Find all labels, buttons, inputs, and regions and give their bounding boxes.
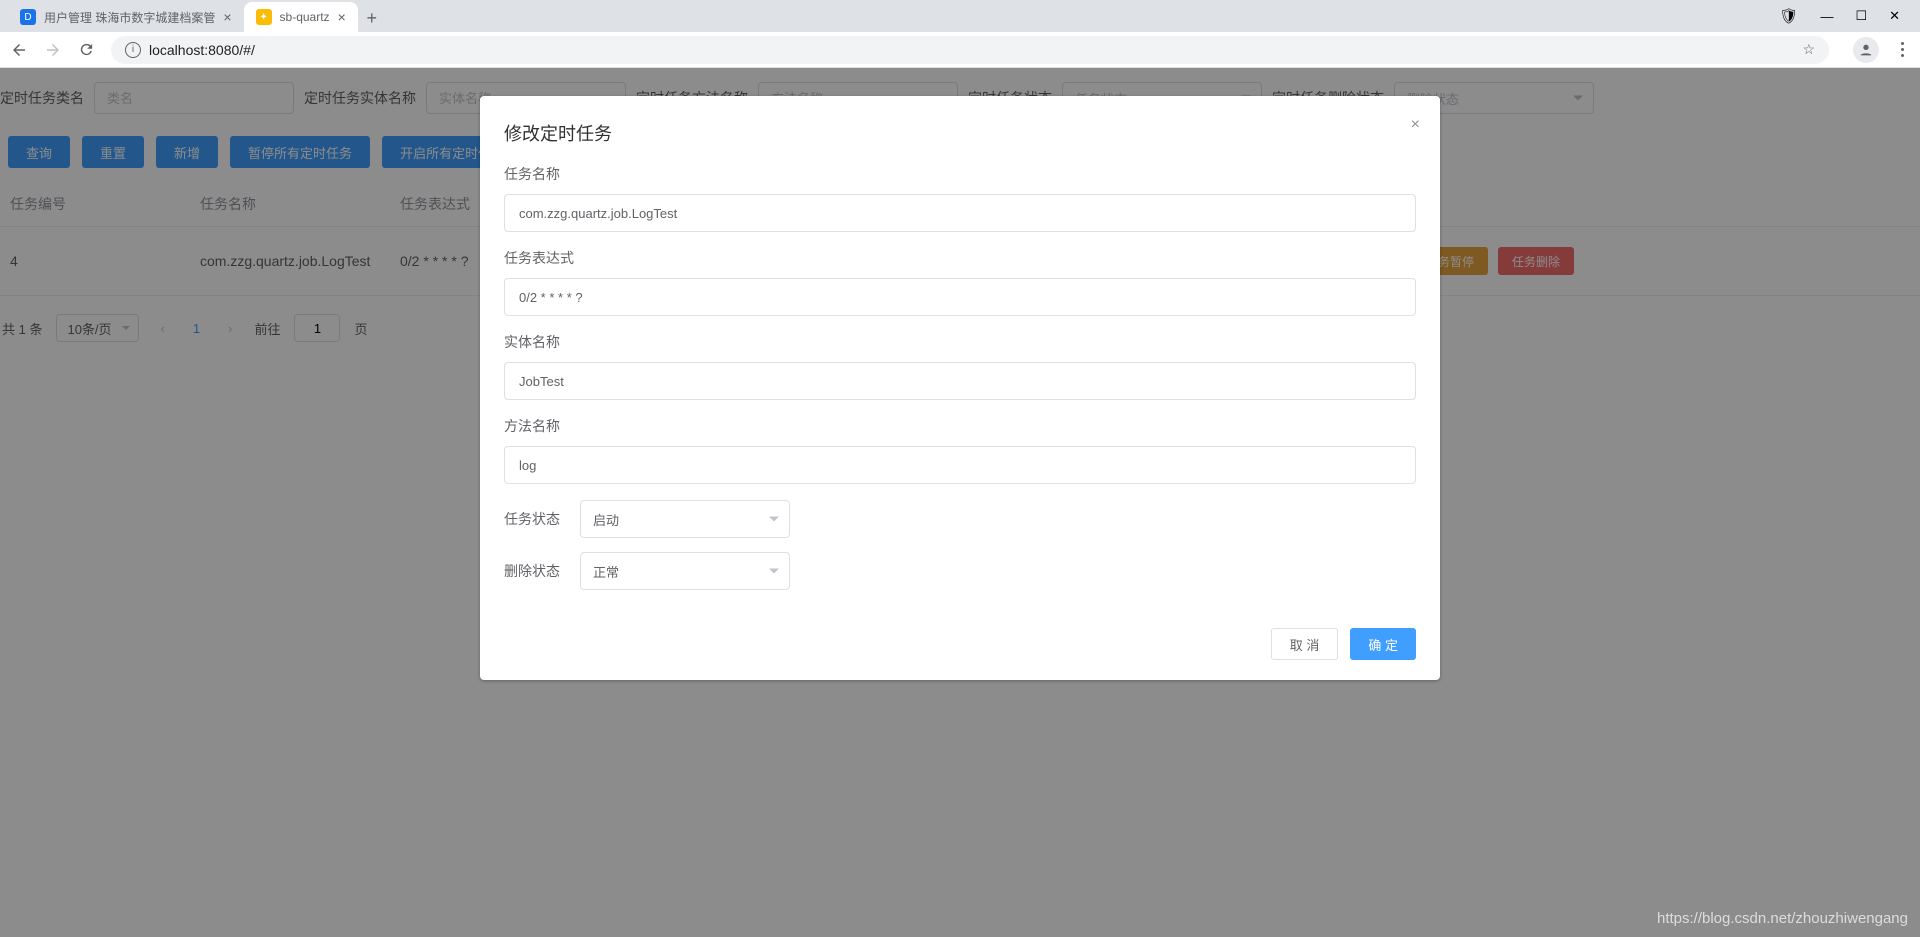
back-icon[interactable] <box>10 41 28 59</box>
address-bar[interactable]: i localhost:8080/#/ ☆ <box>111 36 1829 64</box>
field-entity-label: 实体名称 <box>504 332 1416 352</box>
favicon-icon: D <box>20 9 36 25</box>
shield-icon[interactable]: 🛡 <box>1779 7 1798 25</box>
field-name-input[interactable] <box>504 194 1416 232</box>
bookmark-icon[interactable]: ☆ <box>1802 41 1815 58</box>
browser-tab-usermgmt[interactable]: D 用户管理 珠海市数字城建档案管 × <box>8 2 244 32</box>
field-method-input[interactable] <box>504 446 1416 484</box>
browser-titlebar: D 用户管理 珠海市数字城建档案管 × ✦ sb-quartz × + 🛡 — … <box>0 0 1920 32</box>
reload-icon[interactable] <box>78 41 95 58</box>
close-icon[interactable]: × <box>338 9 346 25</box>
field-status-label: 任务状态 <box>504 509 564 529</box>
field-name-label: 任务名称 <box>504 164 1416 184</box>
close-icon[interactable]: × <box>223 9 231 25</box>
browser-toolbar: i localhost:8080/#/ ☆ <box>0 32 1920 68</box>
edit-task-dialog: 修改定时任务 × 任务名称 任务表达式 实体名称 方法名称 任务状态 启动 删除… <box>480 96 1440 680</box>
maximize-icon[interactable]: ☐ <box>1855 8 1867 24</box>
field-del-label: 删除状态 <box>504 561 564 581</box>
favicon-icon: ✦ <box>256 9 272 25</box>
field-cron-input[interactable] <box>504 278 1416 316</box>
profile-icon[interactable] <box>1853 37 1879 63</box>
confirm-button[interactable]: 确 定 <box>1350 628 1416 660</box>
browser-tab-sbquartz[interactable]: ✦ sb-quartz × <box>244 2 358 32</box>
field-method-label: 方法名称 <box>504 416 1416 436</box>
tab-title: sb-quartz <box>280 10 330 24</box>
dialog-body: 任务名称 任务表达式 实体名称 方法名称 任务状态 启动 删除状态 正常 <box>504 146 1416 608</box>
dialog-close-icon[interactable]: × <box>1411 116 1420 134</box>
window-controls: 🛡 — ☐ ✕ <box>1779 0 1912 32</box>
menu-icon[interactable] <box>1895 42 1910 57</box>
dialog-title: 修改定时任务 <box>504 120 1416 146</box>
close-window-icon[interactable]: ✕ <box>1889 8 1900 24</box>
forward-icon[interactable] <box>44 41 62 59</box>
dialog-footer: 取 消 确 定 <box>504 608 1416 660</box>
minimize-icon[interactable]: — <box>1820 9 1833 24</box>
cancel-button[interactable]: 取 消 <box>1271 628 1339 660</box>
tab-title: 用户管理 珠海市数字城建档案管 <box>44 9 215 26</box>
info-icon[interactable]: i <box>125 42 141 58</box>
field-entity-input[interactable] <box>504 362 1416 400</box>
watermark: https://blog.csdn.net/zhouzhiwengang <box>1657 910 1908 927</box>
field-status-select[interactable]: 启动 <box>580 500 790 538</box>
field-del-select[interactable]: 正常 <box>580 552 790 590</box>
field-cron-label: 任务表达式 <box>504 248 1416 268</box>
new-tab-button[interactable]: + <box>358 4 386 32</box>
url-text: localhost:8080/#/ <box>149 42 255 58</box>
